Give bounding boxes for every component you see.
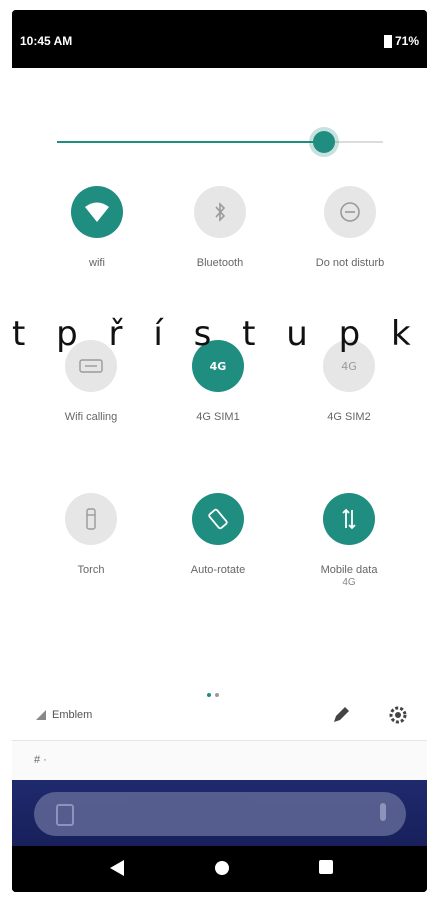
gear-icon <box>389 706 407 724</box>
tile-do-not-disturb[interactable]: Do not disturb <box>285 186 415 270</box>
tile-sublabel: 4G <box>342 577 356 588</box>
notification-bar[interactable]: # · <box>12 740 427 781</box>
signal-icon <box>36 710 46 720</box>
tile-label: 4G SIM1 <box>196 411 240 423</box>
settings-button[interactable] <box>386 703 410 727</box>
brightness-slider[interactable] <box>57 130 383 154</box>
google-icon <box>56 804 74 826</box>
battery-level: 71% <box>394 34 419 48</box>
quick-settings-footer: Emblem <box>12 695 427 735</box>
overlay-caption: t p ř í s t u p k <box>12 314 421 354</box>
svg-text:4G: 4G <box>210 360 227 373</box>
carrier-name: Emblem <box>52 709 93 721</box>
edit-button[interactable] <box>329 703 353 727</box>
tile-label: 4G SIM2 <box>327 411 371 423</box>
pencil-icon <box>334 707 349 722</box>
tile-wifi[interactable]: wifi <box>32 186 162 270</box>
home-icon <box>215 861 229 875</box>
phone-screen: 10:45 AM 71% wifi Bluetooth Do not distu… <box>12 10 427 892</box>
tile-auto-rotate[interactable]: Auto-rotate <box>153 493 283 577</box>
status-time: 10:45 AM <box>20 34 73 48</box>
brightness-fill <box>57 141 324 143</box>
tile-label: Wifi calling <box>64 411 118 423</box>
brightness-thumb[interactable] <box>313 131 335 153</box>
home-screen-area <box>12 780 427 892</box>
navigation-bar <box>12 846 427 892</box>
back-button[interactable] <box>108 858 126 883</box>
recents-button[interactable] <box>317 858 335 881</box>
svg-text:4G: 4G <box>341 360 357 373</box>
tile-label: Torch <box>77 564 105 576</box>
quick-settings-panel: wifi Bluetooth Do not disturb Wifi calli… <box>12 68 427 740</box>
tile-label: Bluetooth <box>196 257 244 269</box>
back-icon <box>110 860 124 876</box>
tile-label: Mobile data <box>320 564 378 576</box>
search-bar[interactable] <box>34 792 406 836</box>
wifi-icon <box>71 186 123 238</box>
status-bar: 10:45 AM 71% <box>12 10 427 68</box>
notification-indicator: # · <box>34 754 47 766</box>
do-not-disturb-icon <box>324 186 376 238</box>
tile-label: Auto-rotate <box>190 564 246 576</box>
carrier-info: Emblem <box>36 709 92 721</box>
bluetooth-icon <box>194 186 246 238</box>
battery-icon <box>383 34 392 48</box>
battery-status: 71% <box>383 34 419 48</box>
auto-rotate-icon <box>192 493 244 545</box>
tile-label: Do not disturb <box>315 257 385 269</box>
tile-label: wifi <box>89 257 105 269</box>
tile-mobile-data[interactable]: Mobile data 4G <box>284 493 414 589</box>
mic-icon[interactable] <box>380 803 386 821</box>
tile-bluetooth[interactable]: Bluetooth <box>155 186 285 270</box>
mobile-data-icon <box>323 493 375 545</box>
flashlight-icon <box>65 493 117 545</box>
home-button[interactable] <box>212 858 232 883</box>
recents-icon <box>319 860 333 874</box>
tile-torch[interactable]: Torch <box>26 493 156 577</box>
